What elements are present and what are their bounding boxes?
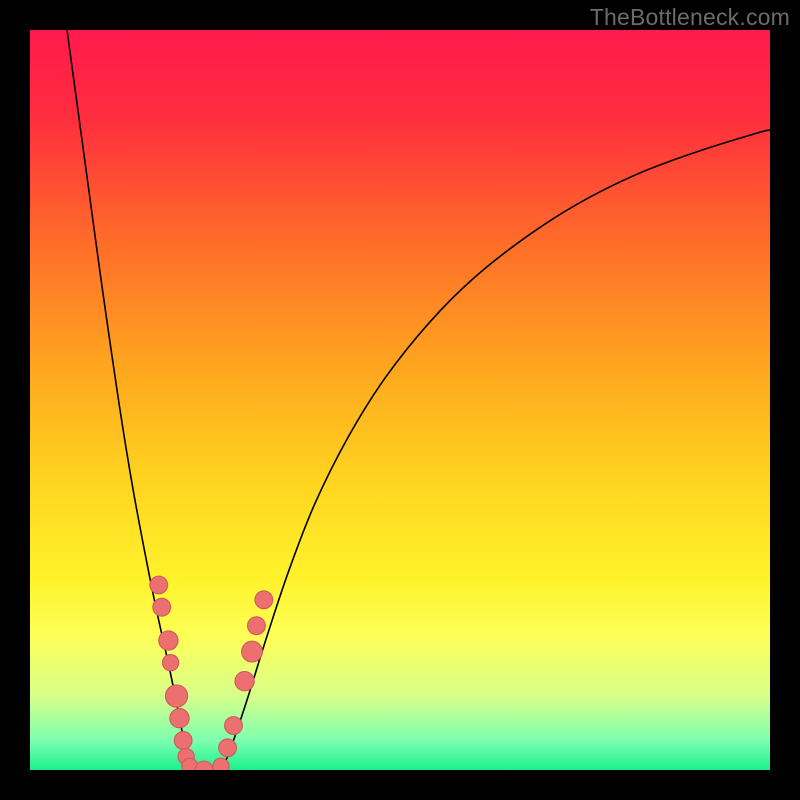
highlight-dot <box>162 655 178 671</box>
highlight-dot <box>255 591 273 609</box>
highlight-dot <box>248 617 266 635</box>
highlight-dot <box>153 598 171 616</box>
highlight-dot <box>195 761 213 770</box>
highlight-dot <box>165 685 187 707</box>
highlight-dot <box>219 739 237 757</box>
highlight-dot <box>242 641 263 662</box>
highlight-dot <box>213 758 229 770</box>
highlight-dot <box>174 732 192 750</box>
highlight-dot <box>150 576 168 594</box>
plot-area <box>30 30 770 770</box>
highlight-dot <box>170 709 189 728</box>
highlight-dot <box>235 672 254 691</box>
highlight-dots <box>30 30 770 770</box>
watermark-text: TheBottleneck.com <box>590 4 790 31</box>
highlight-dot <box>159 631 178 650</box>
chart-frame: TheBottleneck.com <box>0 0 800 800</box>
highlight-dot <box>225 717 243 735</box>
